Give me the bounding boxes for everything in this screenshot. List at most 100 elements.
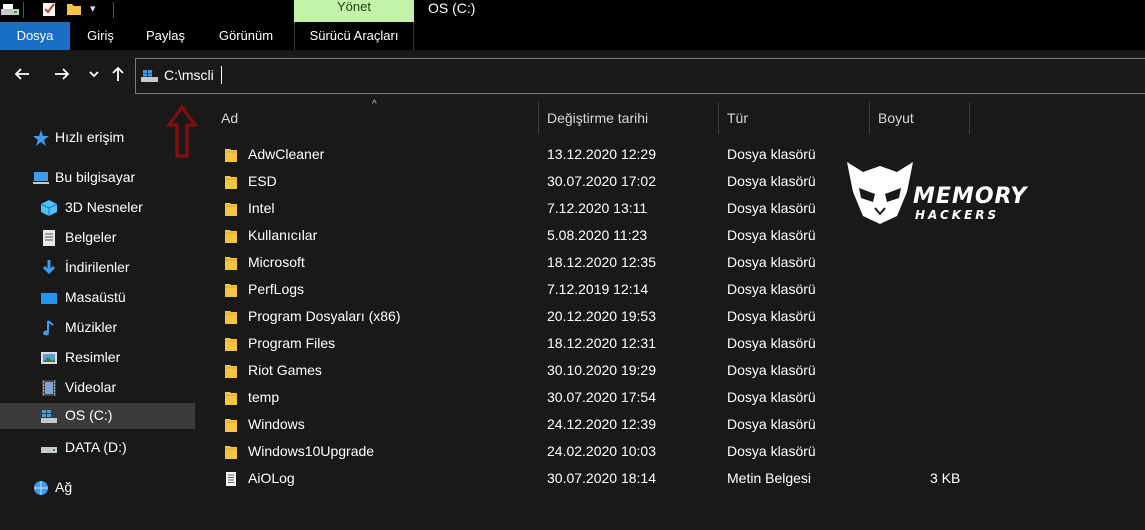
document-icon: [43, 230, 55, 246]
sidebar-item-label: OS (C:): [65, 407, 113, 423]
computer-icon: [33, 172, 49, 184]
sidebar-item-videos[interactable]: Videolar: [0, 375, 195, 401]
drive-icon[interactable]: [0, 1, 20, 17]
column-divider[interactable]: [869, 102, 870, 134]
tab-share[interactable]: Paylaş: [138, 22, 193, 50]
up-button[interactable]: [106, 64, 130, 88]
table-row[interactable]: PerfLogs 7.12.2019 12:14 Dosya klasörü: [217, 278, 977, 305]
folder-icon: [225, 284, 237, 297]
sidebar-item-label: Bu bilgisayar: [55, 169, 136, 185]
table-row[interactable]: Program Files 18.12.2020 12:31 Dosya klasö…: [217, 332, 977, 359]
column-header-type[interactable]: Tür: [727, 110, 748, 126]
table-row[interactable]: Program Dosyaları (x86) 20.12.2020 19:53 D…: [217, 305, 977, 332]
sidebar-item-network[interactable]: Ağ: [0, 475, 195, 501]
file-date: 24.12.2020 12:39: [547, 416, 656, 432]
sidebar-item-music[interactable]: Müzikler: [0, 315, 195, 341]
file-type: Dosya klasörü: [727, 362, 816, 378]
folder-icon: [225, 338, 237, 351]
table-row[interactable]: AiOLog 30.07.2020 18:14 Metin Belgesi 3 KB: [217, 467, 977, 494]
properties-icon[interactable]: [41, 1, 57, 17]
file-name: Windows: [248, 416, 305, 432]
sidebar-item-data-d[interactable]: DATA (D:): [0, 435, 195, 461]
sidebar-item-os-c[interactable]: OS (C:): [0, 403, 195, 429]
sidebar-item-label: Hızlı erişim: [55, 129, 125, 145]
table-row[interactable]: temp 30.07.2020 17:54 Dosya klasörü: [217, 386, 977, 413]
address-bar[interactable]: C:\mscli: [135, 58, 1145, 94]
file-date: 30.07.2020 17:54: [547, 389, 656, 405]
tab-file[interactable]: Dosya: [0, 22, 70, 50]
sidebar-item-documents[interactable]: Belgeler: [0, 225, 195, 251]
pictures-icon: [41, 352, 57, 364]
manage-tab[interactable]: Yönet: [294, 0, 414, 22]
windows-drive-icon: [41, 410, 57, 423]
navigation-bar: C:\mscli: [0, 50, 1145, 102]
sidebar-item-label: 3D Nesneler: [65, 199, 143, 215]
title-bar: ▾ Yönet OS (C:): [0, 0, 1145, 22]
download-icon: [42, 260, 56, 275]
table-row[interactable]: Riot Games 30.10.2020 19:29 Dosya klasörü: [217, 359, 977, 386]
sidebar-item-label: Müzikler: [65, 319, 118, 335]
file-size: 3 KB: [930, 470, 961, 486]
sidebar-item-label: Resimler: [65, 349, 121, 365]
table-row[interactable]: Microsoft 18.12.2020 12:35 Dosya klasörü: [217, 251, 977, 278]
sidebar-item-label: Ağ: [55, 479, 73, 495]
back-button[interactable]: [10, 64, 34, 88]
network-icon: [34, 481, 48, 495]
file-name: temp: [248, 389, 280, 405]
column-divider[interactable]: [718, 102, 719, 134]
new-folder-icon[interactable]: [66, 1, 82, 17]
sidebar-item-downloads[interactable]: İndirilenler: [0, 255, 195, 281]
folder-icon: [225, 203, 237, 216]
file-date: 7.12.2019 12:14: [547, 281, 649, 297]
forward-button[interactable]: [50, 64, 74, 88]
sidebar-item-label: İndirilenler: [65, 259, 130, 275]
sidebar-item-label: Videolar: [65, 379, 117, 395]
customize-dropdown-icon[interactable]: ▾: [90, 2, 106, 18]
annotation-arrow-icon: [166, 104, 198, 158]
sidebar-item-desktop[interactable]: Masaüstü: [0, 285, 195, 311]
folder-icon: [225, 149, 237, 162]
video-icon: [42, 380, 56, 396]
file-name: Windows10Upgrade: [248, 443, 375, 459]
file-name: PerfLogs: [248, 281, 305, 297]
column-divider[interactable]: [538, 102, 539, 134]
toolbar-separator: [113, 2, 114, 18]
file-name: AiOLog: [248, 470, 295, 486]
watermark-text: MEMORY: [913, 184, 1028, 209]
tab-drive-tools[interactable]: Sürücü Araçları: [294, 22, 414, 50]
folder-icon: [225, 176, 237, 189]
folder-icon: [225, 446, 237, 459]
sidebar-item-this-pc[interactable]: Bu bilgisayar: [0, 165, 195, 191]
sidebar-item-pictures[interactable]: Resimler: [0, 345, 195, 371]
tab-home[interactable]: Giriş: [78, 22, 123, 50]
address-path[interactable]: C:\mscli: [164, 67, 214, 83]
watermark-subtext: HACKERS: [915, 208, 1000, 222]
forward-arrow-icon: [55, 68, 70, 80]
file-date: 30.10.2020 19:29: [547, 362, 656, 378]
table-row[interactable]: Windows10Upgrade 24.02.2020 10:03 Dosya kl…: [217, 440, 977, 467]
recent-locations-button[interactable]: [82, 64, 106, 88]
file-type: Dosya klasörü: [727, 200, 816, 216]
sidebar-item-3d-objects[interactable]: 3D Nesneler: [0, 195, 195, 221]
file-name: Program Files: [248, 335, 336, 351]
file-type: Metin Belgesi: [727, 470, 812, 486]
file-list: ^ Ad Değiştirme tarihi Tür Boyut AdwClea…: [197, 99, 1145, 530]
file-name: AdwCleaner: [248, 146, 325, 162]
column-header-date[interactable]: Değiştirme tarihi: [547, 110, 648, 126]
folder-icon: [225, 392, 237, 405]
file-name: Program Dosyaları (x86): [248, 308, 401, 324]
file-date: 30.07.2020 18:14: [547, 470, 656, 486]
file-type: Dosya klasörü: [727, 389, 816, 405]
table-row[interactable]: Kullanıcılar 5.08.2020 11:23 Dosya klasörü: [217, 224, 977, 251]
ribbon-tabs: Dosya Giriş Paylaş Görünüm Sürücü Araçla…: [0, 22, 1145, 50]
file-type: Dosya klasörü: [727, 281, 816, 297]
file-name: Kullanıcılar: [248, 227, 318, 243]
text-cursor: [221, 66, 222, 84]
tab-view[interactable]: Görünüm: [210, 22, 282, 50]
column-divider[interactable]: [969, 102, 970, 134]
up-arrow-icon: [112, 66, 124, 81]
column-header-name[interactable]: Ad: [221, 110, 238, 126]
column-header-size[interactable]: Boyut: [878, 110, 914, 126]
table-row[interactable]: Windows 24.12.2020 12:39 Dosya klasörü: [217, 413, 977, 440]
music-icon: [43, 320, 54, 336]
